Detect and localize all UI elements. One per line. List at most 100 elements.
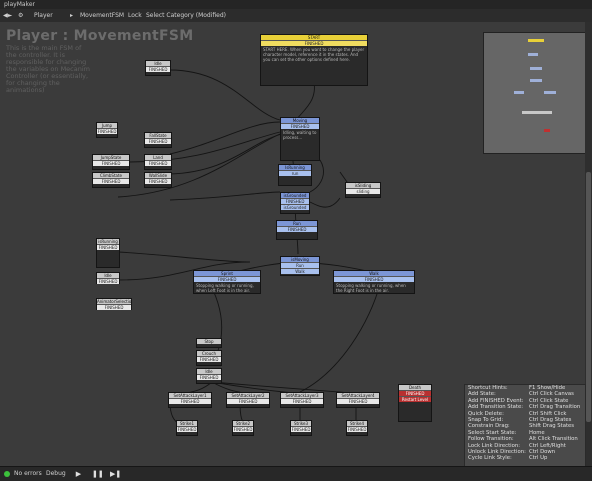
state-strike-2[interactable]: Strike2 FINISHED: [232, 420, 254, 436]
state-idle-2[interactable]: Idle FINISHED: [96, 272, 120, 284]
state-event[interactable]: run: [279, 170, 311, 176]
state-event[interactable]: FINISHED: [291, 426, 311, 432]
state-event[interactable]: FINISHED: [93, 178, 129, 184]
minimap-node: [528, 53, 538, 56]
state-event[interactable]: FINISHED: [337, 398, 379, 404]
state-is-sliding[interactable]: isSliding sliding: [345, 182, 381, 198]
state-event[interactable]: FINISHED: [97, 304, 131, 310]
pause-icon[interactable]: ❚❚: [92, 470, 104, 478]
minimap-node: [528, 39, 544, 42]
chevron-right-icon: ▸: [70, 12, 74, 19]
state-attack-layer-3[interactable]: SetAttackLayer3 FINISHED: [280, 392, 324, 408]
state-moving[interactable]: Moving FINISHED Idling, waiting to proce…: [280, 117, 320, 161]
status-ok-icon: [4, 471, 10, 477]
shortcut-hints-panel: Shortcut Hints: F1 Show/Hide Add State: Ctr…: [464, 384, 586, 466]
state-event[interactable]: FINISHED: [277, 226, 317, 232]
vertical-scrollbar[interactable]: [585, 22, 592, 466]
state-run[interactable]: Run FINISHED: [276, 220, 318, 240]
target-icon: ⚙: [18, 12, 24, 19]
state-event[interactable]: FINISHED: [347, 426, 367, 432]
state-death[interactable]: Death FINISHED Restart Level: [398, 384, 432, 422]
category-dropdown[interactable]: Select Category (Modified): [146, 9, 226, 22]
minimap-node: [544, 129, 550, 132]
error-status[interactable]: No errors: [14, 467, 42, 481]
state-title: SetAttackLayer1: [169, 393, 211, 398]
state-fall-state[interactable]: FallState FINISHED: [144, 132, 172, 148]
state-event[interactable]: FINISHED: [145, 160, 171, 166]
object-select[interactable]: Player: [34, 9, 53, 22]
state-event[interactable]: FINISHED: [146, 66, 170, 72]
state-is-moving[interactable]: isMoving Run Walk: [280, 256, 320, 276]
state-title: SetAttackLayer2: [227, 393, 269, 398]
state-event[interactable]: Restart Level: [399, 396, 431, 402]
state-event[interactable]: Walk: [281, 268, 319, 274]
state-title: AnimatorSelection: [97, 299, 131, 304]
minimap-node: [530, 67, 542, 70]
state-attack-layer-1[interactable]: SetAttackLayer1 FINISHED: [168, 392, 212, 408]
state-event[interactable]: FINISHED: [169, 398, 211, 404]
state-event[interactable]: FINISHED: [97, 244, 119, 250]
state-wall-slide[interactable]: WallSlide FINISHED: [144, 172, 172, 188]
minimap-node: [514, 91, 524, 94]
state-idle[interactable]: Idle FINISHED: [145, 60, 171, 76]
state-animator-selection[interactable]: AnimatorSelection FINISHED: [96, 298, 132, 310]
state-strike-4[interactable]: Strike4 FINISHED: [346, 420, 368, 436]
fsm-graph-canvas[interactable]: Player : MovementFSM This is the main FS…: [0, 22, 592, 466]
state-land[interactable]: Land FINISHED: [144, 154, 172, 170]
shortcut-hint-row: Cycle Link Style: Ctrl Up: [465, 455, 585, 461]
state-is-grounded[interactable]: isGrounded FINISHED isGrounded: [280, 192, 310, 214]
state-strike-3[interactable]: Strike3 FINISHED: [290, 420, 312, 436]
state-sprint[interactable]: Sprint FINISHED Stopping walking or runn…: [193, 270, 261, 294]
minimap-node: [530, 79, 542, 82]
state-event[interactable]: FINISHED: [197, 356, 221, 362]
state-climb-state[interactable]: ClimbState FINISHED: [92, 172, 130, 188]
play-icon[interactable]: ▶: [74, 470, 83, 478]
state-note: Stopping walking or running, when the Ri…: [336, 283, 406, 293]
state-attack-layer-4[interactable]: SetAttackLayer4 FINISHED: [336, 392, 380, 408]
state-note: START HERE. When you want to change the …: [263, 47, 365, 62]
shortcut-hint-key: Ctrl Up: [529, 455, 548, 462]
state-is-running-2[interactable]: isRunning FINISHED: [96, 238, 120, 268]
window-title: playMaker: [0, 0, 592, 9]
step-icon[interactable]: ▶❚: [110, 470, 121, 478]
state-event[interactable]: sliding: [346, 188, 380, 194]
select-previous-icon[interactable]: ◀►: [3, 9, 12, 22]
state-crouch[interactable]: Crouch FINISHED: [196, 350, 222, 366]
state-title: Strike1: [177, 421, 197, 426]
lock-toggle[interactable]: Lock: [128, 9, 142, 22]
scrollbar-thumb[interactable]: [586, 172, 591, 422]
fsm-select[interactable]: MovementFSM: [80, 9, 124, 22]
minimap-node: [522, 111, 552, 114]
state-idle-state[interactable]: Idle FINISHED: [196, 368, 222, 384]
state-event[interactable]: FINISHED: [145, 138, 171, 144]
state-title: isRunning: [97, 239, 119, 244]
graph-minimap[interactable]: [483, 32, 587, 154]
state-title: Stop: [197, 339, 221, 344]
state-event[interactable]: FINISHED: [97, 278, 119, 284]
state-strike-1[interactable]: Strike1 FINISHED: [176, 420, 198, 436]
state-title: Strike4: [347, 421, 367, 426]
state-event[interactable]: FINISHED: [227, 398, 269, 404]
state-stop[interactable]: Stop: [196, 338, 222, 348]
state-attack-layer-2[interactable]: SetAttackLayer2 FINISHED: [226, 392, 270, 408]
state-walk[interactable]: Walk FINISHED Stopping walking or runnin…: [333, 270, 415, 294]
state-event[interactable]: FINISHED: [97, 128, 117, 134]
state-event[interactable]: isGrounded: [281, 204, 309, 210]
state-event[interactable]: FINISHED: [93, 160, 129, 166]
state-event[interactable]: FINISHED: [177, 426, 197, 432]
state-jump-state[interactable]: JumpState FINISHED: [92, 154, 130, 170]
state-event[interactable]: FINISHED: [281, 398, 323, 404]
state-event[interactable]: FINISHED: [233, 426, 253, 432]
state-title: SetAttackLayer4: [337, 393, 379, 398]
shortcut-hint-action: Cycle Link Style:: [468, 455, 512, 462]
state-title: SetAttackLayer3: [281, 393, 323, 398]
state-event[interactable]: FINISHED: [197, 374, 221, 380]
state-start[interactable]: START FINISHED START HERE. When you want…: [260, 34, 368, 86]
debug-dropdown[interactable]: Debug: [46, 467, 66, 481]
state-event[interactable]: FINISHED: [145, 178, 171, 184]
state-note: Stopping walking or running, when Left F…: [196, 283, 254, 293]
state-title: Strike2: [233, 421, 253, 426]
state-is-running[interactable]: IsRunning run: [278, 164, 312, 186]
state-jump[interactable]: Jump FINISHED: [96, 122, 118, 138]
toolbar: ◀► ⚙ Player ▸ MovementFSM Lock Select Ca…: [0, 9, 592, 23]
